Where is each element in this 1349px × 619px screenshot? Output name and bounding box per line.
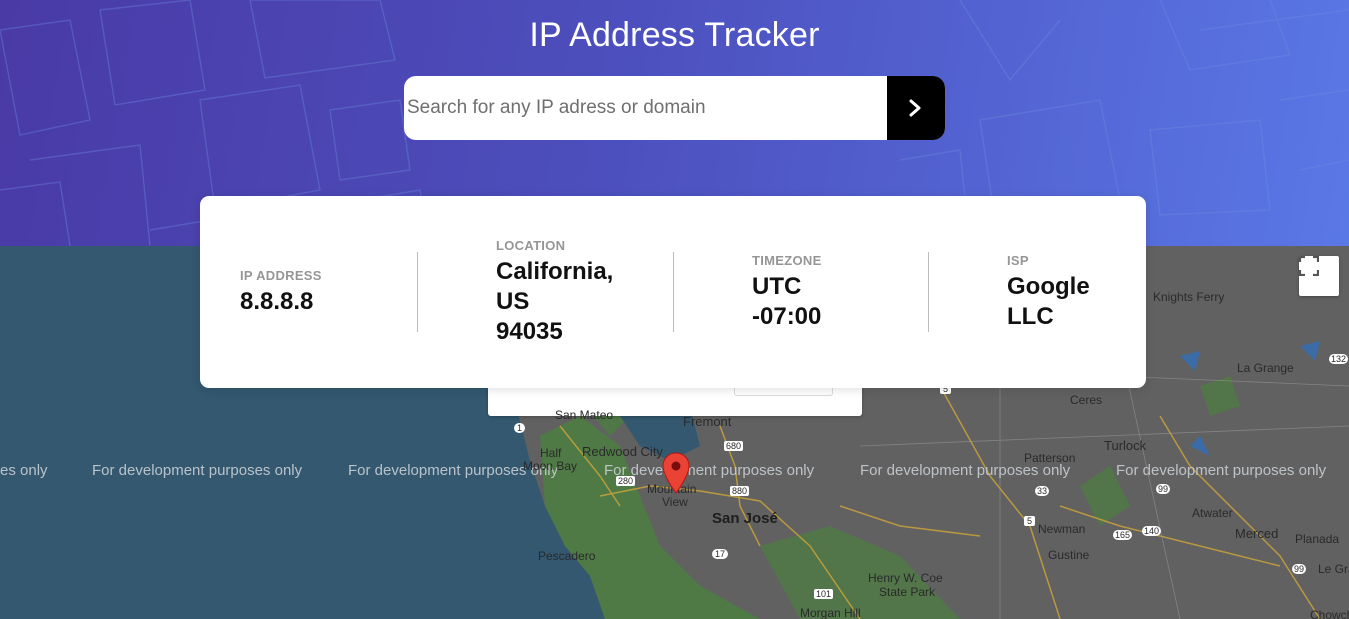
ip-address-value: 8.8.8.8 <box>240 287 314 315</box>
map-label: Merced <box>1235 526 1279 541</box>
search-button[interactable] <box>887 76 945 140</box>
highway-shield: 132 <box>1329 354 1349 364</box>
map-label: Redwood City <box>582 444 663 459</box>
highway-shield: 99 <box>1156 484 1171 494</box>
search-input[interactable] <box>404 76 887 140</box>
map-label: Henry W. Coe <box>868 571 943 585</box>
highway-shield: 5 <box>1024 516 1036 526</box>
page-title: IP Address Tracker <box>529 16 820 54</box>
map-label: Pescadero <box>538 549 596 563</box>
watermark: For development purposes only <box>604 462 815 479</box>
location-value-line2: US <box>496 287 530 315</box>
ip-address-label: IP ADDRESS <box>240 267 322 283</box>
search-bar <box>404 76 945 140</box>
timezone-label: TIMEZONE <box>752 252 822 268</box>
ip-address-section: IP ADDRESS 8.8.8.8 <box>240 196 410 388</box>
location-value-line3: 94035 <box>496 317 563 345</box>
highway-shield: 101 <box>814 589 834 599</box>
highway-shield: 880 <box>730 486 750 496</box>
isp-value-line1: Google <box>1007 272 1090 300</box>
map-label: Morgan Hill <box>800 606 861 619</box>
map-label: Moon Bay <box>523 459 578 473</box>
location-section: LOCATION California, US 94035 <box>496 196 646 388</box>
highway-shield: 17 <box>712 549 729 559</box>
map-label: Turlock <box>1104 438 1147 453</box>
map-label: San Mateo <box>555 408 614 422</box>
map-label: Knights Ferry <box>1153 290 1225 304</box>
map-label: Half <box>540 446 562 460</box>
map-label: Atwater <box>1192 506 1233 520</box>
timezone-section: TIMEZONE UTC -07:00 <box>752 196 902 388</box>
highway-shield: 33 <box>1035 486 1050 496</box>
highway-shield: 99 <box>1292 564 1307 574</box>
watermark: For development purposes only <box>1116 462 1327 479</box>
map-label: State Park <box>879 585 936 599</box>
map-pin-icon <box>662 452 690 494</box>
divider <box>417 252 418 332</box>
fullscreen-icon <box>1299 256 1319 276</box>
divider <box>928 252 929 332</box>
map-label: Patterson <box>1024 451 1076 465</box>
timezone-value-line1: UTC <box>752 272 802 300</box>
map-label: Le Gra <box>1318 562 1349 576</box>
map-label: Fremont <box>683 414 732 429</box>
isp-label: ISP <box>1007 252 1029 268</box>
map-label: San José <box>712 510 778 527</box>
watermark: es only <box>0 462 48 479</box>
highway-shield: 680 <box>724 441 744 451</box>
map-label: Ceres <box>1070 393 1103 407</box>
watermark: For development purposes only <box>92 462 303 479</box>
isp-section: ISP Google LLC <box>1007 196 1117 388</box>
isp-value-line2: LLC <box>1007 302 1054 330</box>
location-label: LOCATION <box>496 237 566 253</box>
map-label: Chowch <box>1310 608 1349 619</box>
map-label: Planada <box>1295 532 1340 546</box>
timezone-value-line2: -07:00 <box>752 302 822 330</box>
chevron-right-icon <box>909 99 921 117</box>
highway-shield: 140 <box>1142 526 1162 536</box>
location-value-line1: California, <box>496 257 614 285</box>
divider <box>673 252 674 332</box>
fullscreen-button[interactable] <box>1299 256 1339 296</box>
highway-shield: 165 <box>1113 530 1133 540</box>
map-label: Newman <box>1038 522 1086 536</box>
map-label: Gustine <box>1048 548 1090 562</box>
highway-shield: 1 <box>514 423 526 433</box>
highway-shield: 280 <box>616 476 636 486</box>
info-card: IP ADDRESS 8.8.8.8 LOCATION California, … <box>200 196 1146 388</box>
map-label: View <box>662 495 688 509</box>
map-label: La Grange <box>1237 361 1294 375</box>
